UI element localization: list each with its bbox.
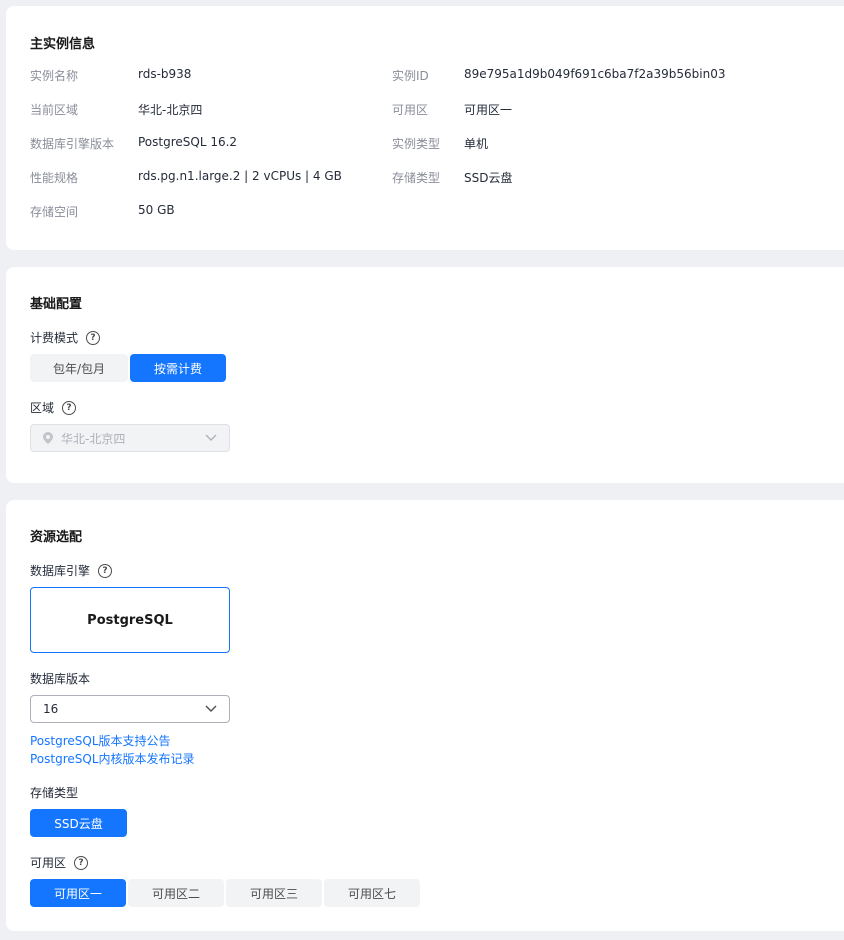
region-label: 区域 (30, 401, 55, 415)
storage-type-field: 存储类型 (30, 784, 78, 801)
az-option-7[interactable]: 可用区七 (324, 879, 420, 907)
performance-spec-label: 性能规格 (30, 171, 79, 185)
resource-config-title: 资源选配 (30, 530, 83, 545)
storage-space-label: 存储空间 (30, 205, 79, 219)
db-version-select[interactable]: 16 (30, 695, 230, 723)
az-label: 可用区 (30, 856, 67, 870)
az-option-3[interactable]: 可用区三 (226, 879, 322, 907)
storage-type-field-label: 存储类型 (30, 786, 79, 800)
availability-zone-label: 可用区 (392, 103, 429, 117)
current-region-label: 当前区域 (30, 103, 79, 117)
engine-version-label: 数据库引擎版本 (30, 137, 115, 151)
storage-option-ssd[interactable]: SSD云盘 (30, 809, 127, 837)
billing-mode-selector: 包年/包月 按需计费 (30, 354, 226, 382)
map-pin-icon (43, 432, 53, 444)
chevron-down-icon (205, 434, 217, 441)
availability-zone-value: 可用区一 (464, 103, 513, 117)
az-field: 可用区 ? (30, 854, 89, 871)
db-engine-field: 数据库引擎 ? (30, 562, 113, 579)
instance-name-value: rds-b938 (138, 67, 192, 81)
db-engine-label: 数据库引擎 (30, 564, 91, 578)
main-instance-info-title: 主实例信息 (30, 37, 96, 52)
basic-config-title: 基础配置 (30, 297, 83, 312)
billing-mode-field: 计费模式 ? (30, 329, 101, 346)
db-version-select-value: 16 (43, 702, 59, 716)
question-circle-icon[interactable]: ? (62, 400, 77, 415)
storage-type-selector: SSD云盘 (30, 809, 127, 837)
billing-mode-label: 计费模式 (30, 331, 79, 345)
question-circle-icon[interactable]: ? (98, 563, 113, 578)
storage-space-value: 50 GB (138, 203, 175, 217)
region-field: 区域 ? (30, 399, 77, 416)
chevron-down-icon (205, 705, 217, 712)
region-select-value: 华北-北京四 (61, 431, 126, 446)
region-select[interactable]: 华北-北京四 (30, 424, 230, 452)
instance-name-label: 实例名称 (30, 69, 79, 83)
db-version-label: 数据库版本 (30, 672, 91, 686)
current-region-value: 华北-北京四 (138, 103, 203, 117)
instance-type-label: 实例类型 (392, 137, 441, 151)
version-support-notice-link[interactable]: PostgreSQL版本支持公告 (30, 732, 171, 749)
az-option-1[interactable]: 可用区一 (30, 879, 126, 907)
db-version-field: 数据库版本 (30, 670, 90, 687)
performance-spec-value: rds.pg.n1.large.2 | 2 vCPUs | 4 GB (138, 169, 342, 183)
basic-config-card: 基础配置 计费模式 ? 包年/包月 按需计费 区域 ? 华北-北京四 (6, 267, 844, 483)
az-selector: 可用区一 可用区二 可用区三 可用区七 (30, 879, 420, 907)
billing-option-yearly-monthly[interactable]: 包年/包月 (30, 354, 128, 382)
billing-option-on-demand[interactable]: 按需计费 (130, 354, 226, 382)
kernel-release-notes-link[interactable]: PostgreSQL内核版本发布记录 (30, 750, 195, 767)
az-option-2[interactable]: 可用区二 (128, 879, 224, 907)
storage-type-value: SSD云盘 (464, 171, 513, 185)
storage-type-label: 存储类型 (392, 171, 441, 185)
resource-config-card: 资源选配 数据库引擎 ? PostgreSQL 数据库版本 16 Postgre… (6, 500, 844, 931)
instance-type-value: 单机 (464, 137, 489, 151)
main-instance-info-card: 主实例信息 实例名称 rds-b938 实例ID 89e795a1d9b049f… (6, 6, 844, 250)
question-circle-icon[interactable]: ? (86, 330, 101, 345)
engine-version-value: PostgreSQL 16.2 (138, 135, 238, 149)
instance-id-label: 实例ID (392, 69, 429, 83)
question-circle-icon[interactable]: ? (74, 855, 89, 870)
instance-id-value: 89e795a1d9b049f691c6ba7f2a39b56bin03 (464, 67, 726, 81)
engine-option-postgresql[interactable]: PostgreSQL (30, 587, 230, 653)
